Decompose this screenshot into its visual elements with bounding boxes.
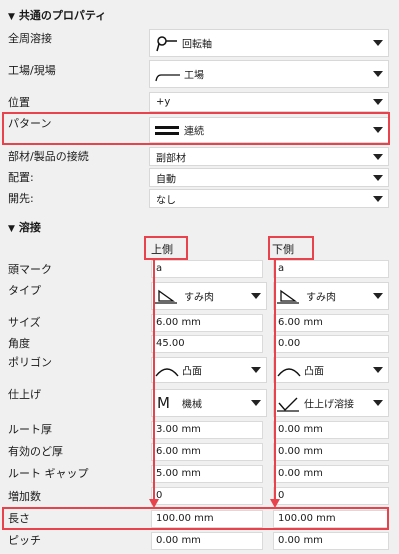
pitch-label: ピッチ: [8, 534, 41, 547]
convex-contour-icon: [155, 368, 179, 377]
upper-angle-input[interactable]: 45.00: [151, 335, 263, 353]
upper-arrow-line: [153, 258, 155, 500]
finish-label: 仕上げ: [8, 388, 41, 401]
upper-contour-select[interactable]: 凸面: [151, 357, 267, 383]
root-face-label: ルート厚: [8, 423, 52, 436]
lower-contour-select[interactable]: 凸面: [273, 357, 389, 383]
upper-type-select[interactable]: すみ肉: [151, 282, 267, 310]
upper-throat-input[interactable]: 6.00 mm: [151, 443, 263, 461]
upper-arrow-head-icon: [149, 499, 159, 508]
chevron-down-icon: [373, 174, 383, 181]
lower-pitch-input[interactable]: 0.00 mm: [273, 532, 389, 550]
upper-size-input[interactable]: 6.00 mm: [151, 314, 263, 332]
lower-throat-input[interactable]: 0.00 mm: [273, 443, 389, 461]
lower-increments-input[interactable]: 0: [273, 487, 389, 505]
chevron-down-icon: [373, 153, 383, 160]
upper-length-input[interactable]: 100.00 mm: [151, 510, 263, 528]
position-select[interactable]: +y: [149, 92, 389, 112]
shop-site-label: 工場/現場: [8, 64, 56, 77]
upper-finish-select[interactable]: M 機械: [151, 389, 267, 417]
placement-select[interactable]: 自動: [149, 168, 389, 187]
upper-increments-input[interactable]: 0: [151, 487, 263, 505]
upper-root-face-input[interactable]: 3.00 mm: [151, 421, 263, 439]
contour-label: ポリゴン: [8, 356, 52, 369]
opening-label: 開先:: [8, 192, 34, 205]
size-label: サイズ: [8, 316, 41, 329]
upper-root-gap-input[interactable]: 5.00 mm: [151, 465, 263, 483]
upper-pitch-input[interactable]: 0.00 mm: [151, 532, 263, 550]
length-label: 長さ: [8, 512, 30, 525]
fillet-weld-icon: [277, 289, 299, 304]
chevron-down-icon: [373, 71, 383, 77]
chevron-down-icon: [373, 99, 383, 105]
lower-length-input[interactable]: 100.00 mm: [273, 510, 389, 528]
throat-label: 有効のど厚: [8, 445, 63, 458]
chevron-down-icon: [251, 293, 261, 299]
chevron-down-icon: [251, 400, 261, 406]
root-gap-label: ルート ギャップ: [8, 467, 89, 480]
collapse-triangle-icon: ▼: [8, 224, 15, 234]
prefix-label: 頭マーク: [8, 263, 52, 276]
machine-finish-icon: M: [157, 394, 170, 412]
properties-panel: ▼ 共通のプロパティ 全周溶接 回転軸 工場/現場 工場 位置 +y パターン 連…: [0, 0, 399, 554]
weld-section-header[interactable]: ▼ 溶接: [8, 219, 41, 235]
lower-root-gap-input[interactable]: 0.00 mm: [273, 465, 389, 483]
shop-weld-icon: [155, 74, 180, 82]
chevron-down-icon: [373, 40, 383, 46]
lower-finish-select[interactable]: 仕上げ溶接: [273, 389, 389, 417]
rotation-axis-icon: [156, 36, 177, 52]
angle-label: 角度: [8, 337, 30, 350]
lower-arrow-line: [274, 258, 276, 500]
upper-prefix-input[interactable]: a: [151, 260, 263, 278]
part-connection-label: 部材/製品の接続: [8, 150, 89, 163]
chevron-down-icon: [373, 400, 383, 406]
chevron-down-icon: [373, 127, 383, 133]
increments-label: 増加数: [8, 490, 41, 503]
part-connection-select[interactable]: 副部材: [149, 147, 389, 166]
weld-around-select[interactable]: 回転軸: [149, 29, 389, 57]
fillet-weld-icon: [155, 289, 177, 304]
position-label: 位置: [8, 96, 30, 109]
lower-side-header: 下側: [272, 243, 294, 256]
chevron-down-icon: [373, 367, 383, 373]
weld-around-label: 全周溶接: [8, 32, 52, 45]
upper-side-header: 上側: [151, 243, 173, 256]
collapse-triangle-icon: ▼: [8, 12, 15, 22]
shop-site-select[interactable]: 工場: [149, 60, 389, 88]
continuous-pattern-icon: [155, 126, 179, 135]
lower-arrow-head-icon: [270, 499, 280, 508]
common-properties-header[interactable]: ▼ 共通のプロパティ: [8, 7, 106, 23]
chevron-down-icon: [373, 293, 383, 299]
placement-label: 配置:: [8, 171, 34, 184]
chevron-down-icon: [251, 367, 261, 373]
lower-size-input[interactable]: 6.00 mm: [273, 314, 389, 332]
lower-type-select[interactable]: すみ肉: [273, 282, 389, 310]
pattern-label: パターン: [8, 117, 52, 130]
opening-select[interactable]: なし: [149, 189, 389, 208]
finish-weld-icon: [277, 397, 299, 412]
lower-prefix-input[interactable]: a: [273, 260, 389, 278]
convex-contour-icon: [277, 368, 301, 377]
type-label: タイプ: [8, 284, 41, 297]
chevron-down-icon: [373, 195, 383, 202]
lower-angle-input[interactable]: 0.00: [273, 335, 389, 353]
lower-root-face-input[interactable]: 0.00 mm: [273, 421, 389, 439]
pattern-select[interactable]: 連続: [149, 117, 389, 143]
